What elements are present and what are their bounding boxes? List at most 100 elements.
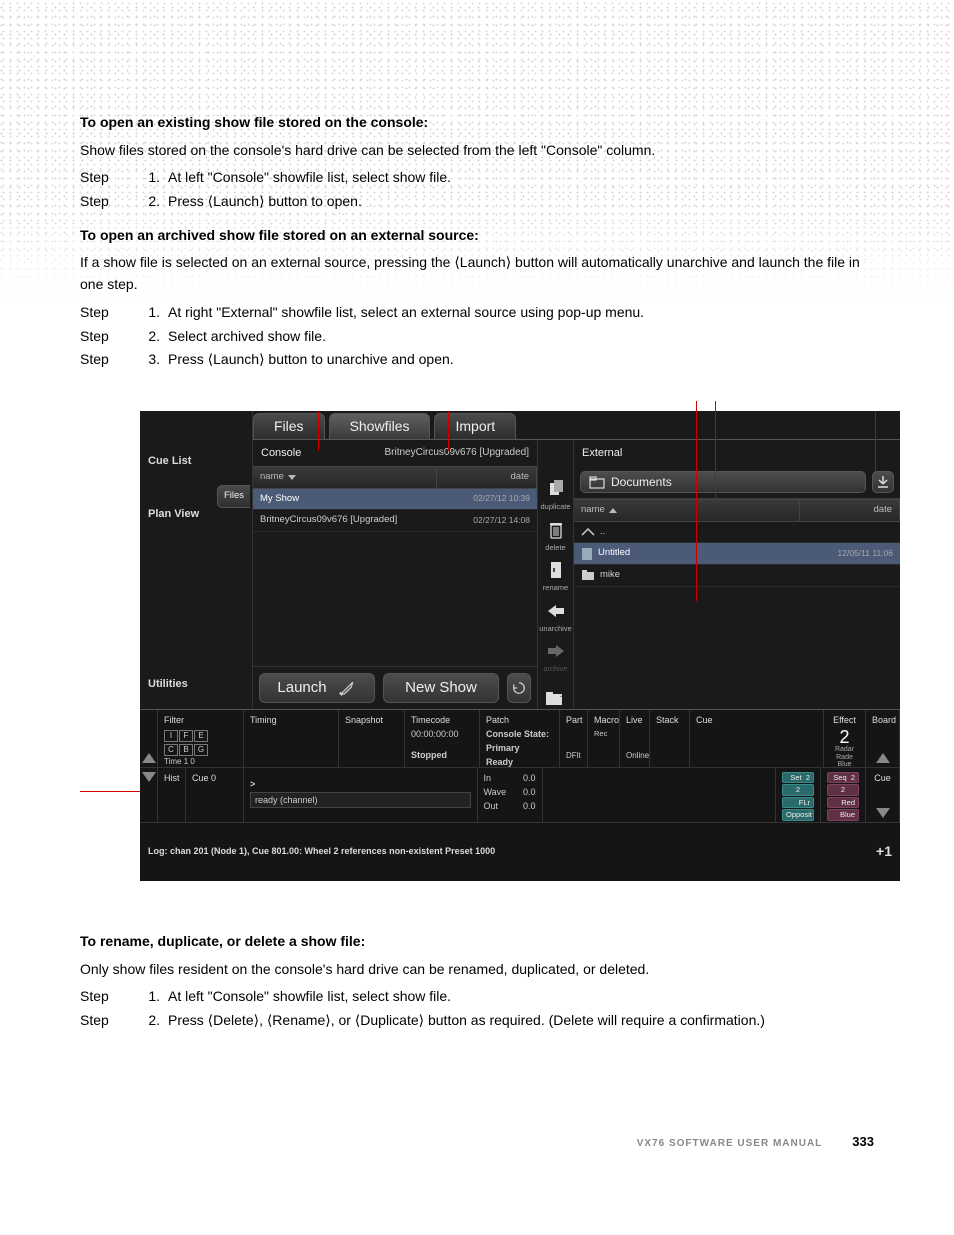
bottom-panel: Filter IFE CBG Time 1 0 Timing Snapshot … bbox=[140, 709, 900, 881]
cell-timing[interactable]: Timing bbox=[244, 710, 339, 767]
launch-button[interactable]: Launch bbox=[259, 673, 375, 703]
files-area: Console BritneyCircus09v676 [Upgraded] n… bbox=[253, 439, 900, 709]
file-name: BritneyCircus09v676 [Upgraded] bbox=[260, 513, 430, 528]
folder-icon bbox=[589, 475, 605, 489]
delete-button[interactable]: delete bbox=[545, 519, 565, 554]
external-folder-select[interactable]: Documents bbox=[580, 471, 866, 493]
log-line: Log: chan 201 (Node 1), Cue 801.00: Whee… bbox=[148, 845, 495, 859]
cell-board[interactable]: Board bbox=[866, 710, 900, 767]
unarchive-button[interactable]: unarchive bbox=[539, 600, 572, 635]
revert-button[interactable] bbox=[507, 673, 531, 703]
revert-icon bbox=[512, 681, 526, 695]
section2-steps: Step1.At right "External" showfile list,… bbox=[80, 302, 874, 371]
ext-file-list: .. Untitled 12/05/11 11:06 mike bbox=[574, 522, 900, 709]
section1-intro: Show files stored on the console's hard … bbox=[80, 140, 874, 162]
main-tabs: Files Showfiles Import bbox=[253, 411, 900, 439]
nav-files-tab[interactable]: Files bbox=[217, 485, 250, 508]
rename-button[interactable]: rename bbox=[543, 559, 568, 594]
actions-column: duplicate delete rename unarchive archiv… bbox=[538, 440, 574, 709]
col-name[interactable]: name bbox=[253, 467, 437, 488]
cell-hist[interactable]: Hist bbox=[158, 768, 186, 822]
cell-params: In0.0 Wave0.0 Out0.0 bbox=[478, 768, 543, 822]
file-row[interactable]: mike bbox=[574, 565, 900, 587]
file-row[interactable]: BritneyCircus09v676 [Upgraded] 02/27/12 … bbox=[253, 510, 537, 532]
up-arrow-icon bbox=[581, 526, 595, 538]
cell-seq[interactable]: Seq 2 2 Red Blue bbox=[821, 768, 866, 822]
file-date: 02/27/12 10:39 bbox=[430, 492, 530, 505]
down-arrow-icon[interactable] bbox=[142, 772, 156, 782]
nav-cuelist[interactable]: Cue List bbox=[140, 443, 252, 480]
cell-spacer bbox=[543, 768, 777, 822]
file-date: 02/27/12 14:08 bbox=[430, 514, 530, 527]
console-pane: Console BritneyCircus09v676 [Upgraded] n… bbox=[253, 440, 538, 709]
cell-cmdline: > bbox=[244, 768, 478, 822]
tab-showfiles[interactable]: Showfiles bbox=[329, 413, 431, 439]
up-arrow-icon[interactable] bbox=[142, 753, 156, 763]
cell-cue[interactable]: Cue bbox=[690, 710, 824, 767]
cell-set[interactable]: Set 2 2 FLr Opposit bbox=[776, 768, 821, 822]
filter-ife: IFE bbox=[164, 730, 237, 742]
cell-filter[interactable]: Filter IFE CBG Time 1 0 bbox=[158, 710, 244, 767]
step-text: At left "Console" showfile list, select … bbox=[168, 167, 874, 189]
step-label: Step bbox=[80, 191, 130, 213]
section3-intro: Only show files resident on the console'… bbox=[80, 959, 874, 981]
section3-title: To rename, duplicate, or delete a show f… bbox=[80, 931, 874, 953]
duplicate-button[interactable]: duplicate bbox=[540, 478, 570, 513]
arrow-left-icon bbox=[546, 604, 566, 618]
page-footer: VX76 SOFTWARE USER MANUAL 333 bbox=[80, 1132, 874, 1152]
tab-import[interactable]: Import bbox=[434, 413, 516, 439]
external-title: External bbox=[574, 440, 900, 466]
ext-col-name[interactable]: name bbox=[574, 500, 800, 521]
filter-cbg: CBG bbox=[164, 744, 237, 756]
col-date[interactable]: date bbox=[437, 467, 537, 488]
cell-snapshot[interactable]: Snapshot bbox=[339, 710, 405, 767]
arrow-right-icon bbox=[546, 644, 566, 658]
download-icon bbox=[877, 475, 889, 489]
rename-icon bbox=[548, 560, 564, 580]
footer-title: VX76 SOFTWARE USER MANUAL bbox=[637, 1136, 823, 1152]
page-number: 333 bbox=[852, 1132, 874, 1152]
cell-timecode[interactable]: Timecode 00:00:00:00 Stopped bbox=[405, 710, 480, 767]
cell-macro[interactable]: Macro Rec bbox=[588, 710, 620, 767]
trash-icon bbox=[548, 520, 564, 540]
cell-cue-right[interactable]: Cue bbox=[866, 768, 900, 822]
up-arrow-icon bbox=[876, 753, 890, 763]
cmdline-input[interactable] bbox=[250, 792, 471, 808]
download-button[interactable] bbox=[872, 471, 894, 493]
cell-part[interactable]: Part DFlt bbox=[560, 710, 588, 767]
folder-icon bbox=[581, 569, 595, 581]
sort-desc-icon bbox=[288, 475, 296, 480]
screenshot-wrap: Save a Copy Files Showfiles Import Cue L… bbox=[80, 411, 874, 881]
newshow-label: New Show bbox=[405, 676, 477, 699]
ext-col-date[interactable]: date bbox=[800, 500, 900, 521]
section1-steps: Step1.At left "Console" showfile list, s… bbox=[80, 167, 874, 212]
cell-cue0[interactable]: Cue 0 bbox=[186, 768, 244, 822]
section3-steps: Step1.At left "Console" showfile list, s… bbox=[80, 986, 874, 1031]
step-label: Step bbox=[80, 167, 130, 189]
open-showfile-name: BritneyCircus09v676 [Upgraded] bbox=[384, 445, 529, 461]
cell-patch[interactable]: Patch Console State: Primary Ready bbox=[480, 710, 560, 767]
newfolder-icon: + bbox=[545, 690, 565, 706]
cell-live[interactable]: Live Online bbox=[620, 710, 650, 767]
console-file-list: My Show 02/27/12 10:39 BritneyCircus09v6… bbox=[253, 489, 537, 666]
step-text: Press ⟨Launch⟩ button to open. bbox=[168, 191, 874, 213]
app-screenshot: Files Showfiles Import Cue List Plan Vie… bbox=[140, 411, 900, 881]
newshow-button[interactable]: New Show bbox=[383, 673, 499, 703]
svg-text:+: + bbox=[560, 692, 565, 703]
sort-asc-icon bbox=[609, 508, 617, 513]
file-row[interactable]: My Show 02/27/12 10:39 bbox=[253, 489, 537, 511]
section1-title: To open an existing show file stored on … bbox=[80, 112, 874, 134]
plus1[interactable]: +1 bbox=[876, 841, 892, 863]
file-row[interactable]: Untitled 12/05/11 11:06 bbox=[574, 543, 900, 565]
cell-effect[interactable]: Effect 2 Radar Rade Blue bbox=[824, 710, 866, 767]
rocket-icon bbox=[337, 678, 357, 698]
file-icon bbox=[581, 547, 593, 561]
tab-files[interactable]: Files bbox=[253, 413, 325, 439]
file-row[interactable]: .. bbox=[574, 522, 900, 544]
launch-label: Launch bbox=[277, 676, 326, 699]
archive-button[interactable]: archive bbox=[543, 640, 567, 675]
nav-utilities[interactable]: Utilities bbox=[140, 666, 252, 703]
duplicate-icon bbox=[548, 479, 564, 499]
file-name: My Show bbox=[260, 492, 430, 507]
cell-stack[interactable]: Stack bbox=[650, 710, 690, 767]
